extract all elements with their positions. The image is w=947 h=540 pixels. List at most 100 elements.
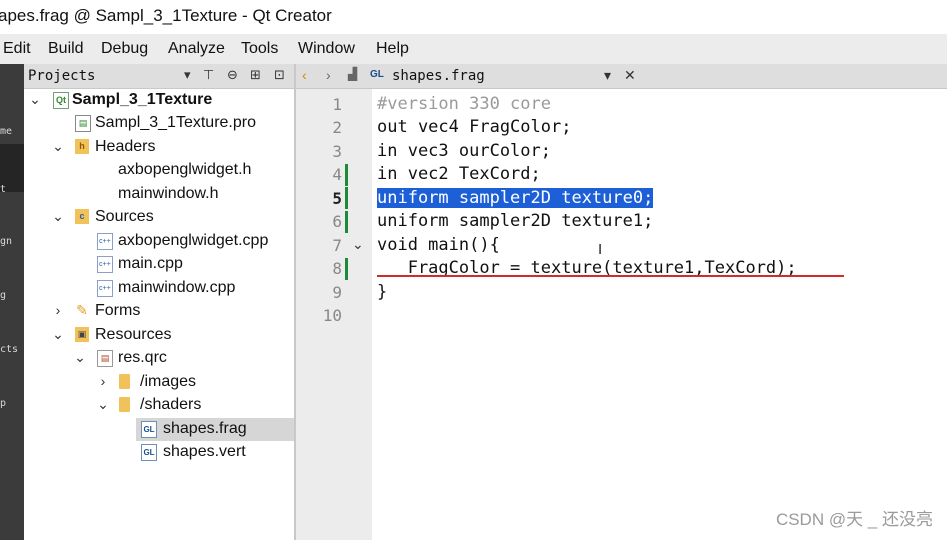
tree-item-project[interactable]: ⌄ Qt Sampl_3_1Texture (24, 89, 294, 112)
tree-item-shaders[interactable]: ⌄ /shaders (24, 394, 294, 417)
change-marker (345, 258, 348, 280)
tree-item-shapes-vert[interactable]: GL shapes.vert (24, 441, 294, 464)
filter-icon[interactable]: ⊤ (203, 67, 214, 83)
projects-panel-title[interactable]: Projects (28, 68, 95, 84)
pro-file-icon: ▤ (75, 115, 91, 132)
tree-item-source-file[interactable]: c++ mainwindow.cpp (24, 277, 294, 300)
folder-icon (119, 374, 130, 389)
menu-tools[interactable]: Tools (241, 40, 278, 58)
chevron-down-icon[interactable]: ⌄ (73, 349, 87, 366)
tree-item-images[interactable]: › /images (24, 371, 294, 394)
change-marker (345, 211, 348, 233)
tree-item-headers[interactable]: ⌄ h Headers (24, 136, 294, 159)
chevron-down-icon[interactable]: ⌄ (51, 326, 65, 343)
cpp-file-icon: c++ (97, 256, 113, 273)
forward-arrow-icon[interactable]: › (326, 67, 331, 83)
code-text: in vec2 TexCord; (377, 164, 541, 184)
tree-item-label: axbopenglwidget.cpp (118, 232, 269, 249)
code-text: void main(){ (377, 235, 500, 255)
menu-build[interactable]: Build (48, 40, 84, 58)
fold-chevron-icon[interactable]: ⌄ (352, 236, 364, 253)
mode-design[interactable]: gn (0, 236, 12, 247)
tree-item-forms[interactable]: › ✎ Forms (24, 300, 294, 323)
code-text: uniform sampler2D texture1; (377, 211, 654, 231)
mode-projects[interactable]: cts (0, 344, 18, 355)
line-number: 3 (332, 142, 342, 161)
tree-item-resources[interactable]: ⌄ ▣ Resources (24, 324, 294, 347)
gl-file-icon: GL (141, 444, 157, 461)
editor-file-name[interactable]: shapes.frag (392, 68, 485, 84)
tree-item-label: main.cpp (118, 255, 183, 272)
line-number: 6 (332, 212, 342, 231)
line-number: 9 (332, 283, 342, 302)
tree-item-qrc[interactable]: ⌄ ▤ res.qrc (24, 347, 294, 370)
chevron-down-icon[interactable]: ⌄ (51, 208, 65, 225)
code-line: uniform sampler2D texture1; (377, 210, 653, 232)
chevron-right-icon[interactable]: › (51, 302, 65, 318)
line-number: 10 (322, 306, 342, 325)
link-icon[interactable]: ⊖ (227, 67, 238, 83)
menu-debug[interactable]: Debug (101, 40, 148, 58)
error-underline (377, 275, 844, 277)
tree-item-pro[interactable]: ▤ Sampl_3_1Texture.pro (24, 112, 294, 135)
tree-item-source-file[interactable]: c++ axbopenglwidget.cpp (24, 230, 294, 253)
resources-folder-icon: ▣ (75, 327, 89, 342)
menu-help[interactable]: Help (376, 40, 409, 58)
change-marker (345, 187, 348, 209)
qt-project-icon: Qt (53, 92, 69, 109)
tree-item-label: /shaders (140, 396, 202, 413)
lock-icon[interactable]: ▟ (348, 67, 357, 81)
back-arrow-icon[interactable]: ‹ (302, 67, 307, 83)
folder-icon (119, 397, 130, 412)
chevron-down-icon[interactable]: ⌄ (96, 396, 110, 413)
dropdown-arrow-icon[interactable]: ▾ (604, 67, 611, 84)
chevron-right-icon[interactable]: › (96, 373, 110, 389)
projects-panel-header: Projects ▾ ⊤ ⊖ ⊞ ⊡ (24, 64, 294, 89)
project-tree: ⌄ Qt Sampl_3_1Texture ▤ Sampl_3_1Texture… (24, 89, 294, 540)
code-line-selected: uniform sampler2D texture0; (377, 187, 654, 209)
mode-help[interactable]: p (0, 398, 6, 409)
mode-debug[interactable]: g (0, 290, 6, 301)
text-cursor-icon: I (598, 241, 603, 258)
tree-item-header-file[interactable]: mainwindow.h (24, 183, 294, 206)
tree-item-label: Resources (95, 326, 172, 343)
menu-bar: Edit Build Debug Analyze Tools Window He… (0, 34, 947, 64)
close-file-icon[interactable]: ✕ (624, 67, 636, 84)
tree-item-label: shapes.vert (163, 443, 246, 460)
code-line: out vec4 FragColor; (377, 116, 571, 138)
code-line: #version 330 core (377, 93, 551, 115)
qrc-file-icon: ▤ (97, 350, 113, 367)
tree-item-label: /images (140, 373, 197, 390)
menu-edit[interactable]: Edit (3, 40, 31, 58)
code-line: in vec2 TexCord; (377, 163, 541, 185)
code-editor[interactable]: #version 330 core out vec4 FragColor; in… (372, 89, 947, 540)
tree-item-header-file[interactable]: axbopenglwidget.h (24, 159, 294, 182)
mode-edit[interactable]: t (0, 184, 6, 195)
current-line-number: 5 (332, 189, 342, 208)
editor-toolbar: ‹ › ▟ GL shapes.frag ▾ ✕ (296, 64, 947, 89)
chevron-down-icon[interactable]: ⌄ (51, 138, 65, 155)
tree-item-label: shapes.frag (163, 420, 247, 437)
code-line: } (377, 281, 387, 303)
line-number: 2 (332, 118, 342, 137)
sources-folder-icon: c (75, 209, 89, 224)
menu-analyze[interactable]: Analyze (168, 40, 225, 58)
dropdown-arrow-icon[interactable]: ▾ (184, 67, 191, 83)
tree-item-label: mainwindow.cpp (118, 279, 236, 296)
title-bar: apes.frag @ Sampl_3_1Texture - Qt Creato… (0, 0, 947, 34)
selected-code-text: uniform sampler2D texture0; (377, 188, 654, 208)
tree-item-sources[interactable]: ⌄ c Sources (24, 206, 294, 229)
menu-window[interactable]: Window (298, 40, 355, 58)
cpp-file-icon: c++ (97, 280, 113, 297)
mode-welcome[interactable]: me (0, 126, 12, 137)
code-line: in vec3 ourColor; (377, 140, 551, 162)
tree-item-source-file[interactable]: c++ main.cpp (24, 253, 294, 276)
code-line: void main(){ (377, 234, 500, 256)
chevron-down-icon[interactable]: ⌄ (28, 91, 42, 108)
split-icon[interactable]: ⊞ (250, 67, 261, 83)
forms-folder-icon: ✎ (76, 302, 88, 318)
tree-item-label: axbopenglwidget.h (118, 161, 252, 178)
tree-item-shapes-frag[interactable]: GL shapes.frag (24, 418, 294, 441)
close-panel-icon[interactable]: ⊡ (274, 67, 285, 83)
cpp-file-icon: c++ (97, 233, 113, 250)
